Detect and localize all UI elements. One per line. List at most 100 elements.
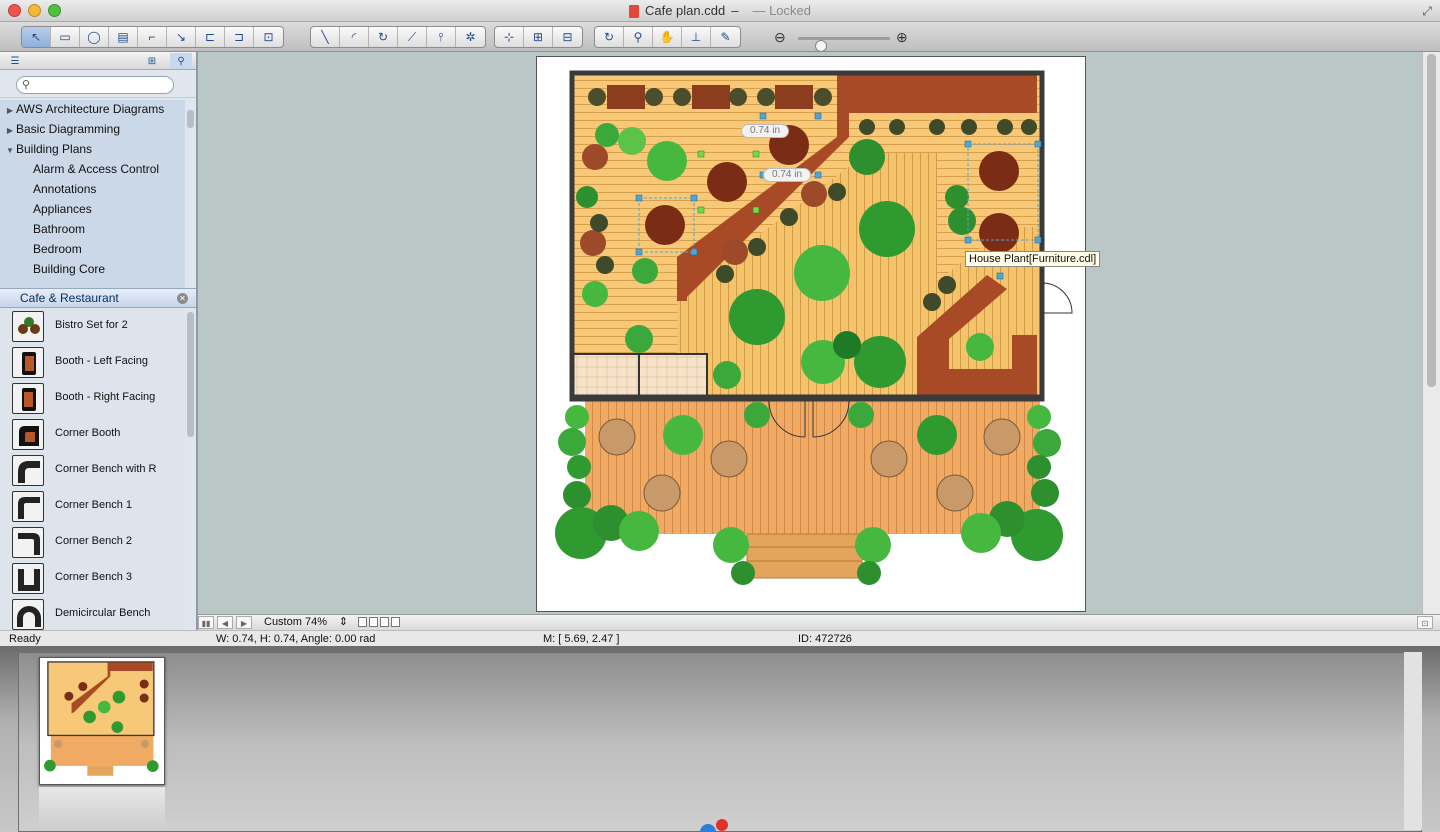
eyedropper-tool-button[interactable]: ✎	[711, 27, 740, 47]
library-shape-item[interactable]: Corner Bench 3	[0, 560, 185, 596]
library-shape-item[interactable]: Corner Booth	[0, 416, 185, 452]
library-shape-list: Bistro Set for 2 Booth - Left Facing Booth…	[0, 308, 185, 630]
canvas-vertical-scrollbar[interactable]	[1422, 52, 1440, 614]
library-header[interactable]: Cafe & Restaurant ✕	[0, 288, 196, 308]
minimize-window-button[interactable]	[28, 4, 41, 17]
tree-item[interactable]: Building Core	[0, 260, 185, 280]
zoom-tool-button[interactable]: ⚲	[624, 27, 653, 47]
drawing-tools-group: ↖ ▭ ◯ ▤ ⌐ ↘ ⊏ ⊐ ⊡	[21, 26, 284, 48]
shape-thumbnail-icon	[12, 527, 44, 558]
tree-item[interactable]: Annotations	[0, 180, 185, 200]
pause-icon: ▮▮	[201, 619, 211, 628]
zoom-slider-knob[interactable]	[815, 40, 827, 52]
zoom-out-icon[interactable]: ⊖	[774, 29, 786, 45]
page-view-4[interactable]	[391, 617, 400, 627]
page-thumbnail-reflection	[39, 787, 165, 829]
next-arrow-icon: ▶	[240, 619, 248, 628]
tree-item[interactable]: ▶ AWS Architecture Diagrams	[0, 100, 185, 120]
arc-tool-button[interactable]: ◜	[340, 27, 369, 47]
align-icon: ⊟	[562, 30, 573, 44]
disclosure-down-icon[interactable]: ▼	[4, 142, 16, 160]
pan-tool-button[interactable]: ✋	[653, 27, 682, 47]
tree-item-label: Alarm & Access Control	[33, 162, 160, 176]
search-toggle-button[interactable]: ⚲	[170, 53, 192, 69]
polyline-tool-button[interactable]: ⟋	[398, 27, 427, 47]
rotate-button[interactable]: ↻	[595, 27, 624, 47]
library-shape-item[interactable]: Bistro Set for 2	[0, 308, 185, 344]
library-shape-item[interactable]: Corner Bench with R	[0, 452, 185, 488]
freehand-icon: ✲	[465, 30, 476, 44]
scroll-thumb[interactable]	[1427, 54, 1436, 387]
grid-view-button[interactable]: ⊞	[141, 53, 163, 69]
drawing-canvas[interactable]: 0.74 in 0.74 in House Plant[Furniture.cd…	[198, 52, 1422, 614]
library-scrollbar[interactable]	[187, 312, 194, 437]
tree-item[interactable]: ▶ Basic Diagramming	[0, 120, 185, 140]
zoom-window-button[interactable]	[48, 4, 61, 17]
tree-item[interactable]: ▼ Building Plans	[0, 140, 185, 160]
close-window-button[interactable]	[8, 4, 21, 17]
library-shape-item[interactable]: Corner Bench 1	[0, 488, 185, 524]
pages-scrollbar[interactable]	[1404, 652, 1422, 830]
fullscreen-icon[interactable]: ⤢	[1420, 4, 1434, 18]
tree-item[interactable]: Alarm & Access Control	[0, 160, 185, 180]
page-view-1[interactable]	[358, 617, 367, 627]
library-tree: ▶ AWS Architecture Diagrams ▶ Basic Diagram…	[0, 100, 185, 288]
search-icon: ⚲	[177, 55, 185, 67]
insert-button[interactable]: ⊡	[254, 27, 283, 47]
page-thumbnail[interactable]	[39, 657, 165, 785]
disclosure-right-icon[interactable]: ▶	[4, 122, 16, 140]
zoom-level-select[interactable]: Custom 74% ⇕	[260, 616, 352, 629]
rectangle-tool-button[interactable]: ▭	[51, 27, 80, 47]
pause-button[interactable]: ▮▮	[198, 616, 214, 629]
cafe-floor-plan[interactable]	[537, 57, 1087, 613]
arc-icon: ◜	[351, 30, 357, 44]
line-tool-button[interactable]: ╲	[311, 27, 340, 47]
library-shape-label: Booth - Right Facing	[55, 391, 156, 403]
tree-item[interactable]: Bedroom	[0, 240, 185, 260]
tree-item-label: Bathroom	[33, 222, 86, 236]
prev-page-button[interactable]: ◀	[217, 616, 233, 629]
tree-item[interactable]: Bathroom	[0, 220, 185, 240]
close-library-icon[interactable]: ✕	[177, 293, 188, 304]
freehand-tool-button[interactable]: ✲	[456, 27, 485, 47]
page-view-2[interactable]	[369, 617, 378, 627]
connector-tool-button[interactable]: ⌐	[138, 27, 167, 47]
snap-button[interactable]: ⊹	[495, 27, 524, 47]
fit-view-button[interactable]: ⊡	[1417, 616, 1433, 629]
disclosure-right-icon[interactable]: ▶	[4, 102, 16, 120]
library-shape-item[interactable]: Booth - Left Facing	[0, 344, 185, 380]
text-tool-button[interactable]: ▤	[109, 27, 138, 47]
text-block-icon: ▤	[117, 30, 129, 44]
library-shape-item[interactable]: Corner Bench 2	[0, 524, 185, 560]
connector-icon: ⌐	[148, 30, 156, 44]
stamp-icon: ⊥	[690, 30, 702, 44]
lock-status[interactable]: — Locked	[752, 0, 811, 22]
library-search-input[interactable]	[16, 76, 174, 94]
tree-item[interactable]: Appliances	[0, 200, 185, 220]
stamp-tool-button[interactable]: ⊥	[682, 27, 711, 47]
page-view-3[interactable]	[380, 617, 389, 627]
library-shape-item[interactable]: Demicircular Bench	[0, 596, 185, 630]
zoom-slider-track[interactable]	[798, 37, 890, 52]
fit-icon: ⊡	[1421, 619, 1429, 628]
spline-tool-button[interactable]: ⫯	[427, 27, 456, 47]
group-button[interactable]: ⊞	[524, 27, 553, 47]
ellipse-tool-button[interactable]: ◯	[80, 27, 109, 47]
bezier-tool-button[interactable]: ↻	[369, 27, 398, 47]
library-shape-item[interactable]: Booth - Right Facing	[0, 380, 185, 416]
tree-item-label: Appliances	[33, 202, 92, 216]
zoom-in-icon[interactable]: ⊕	[896, 29, 908, 45]
clone-connector-button[interactable]: ⊐	[225, 27, 254, 47]
align-button[interactable]: ⊟	[553, 27, 582, 47]
tree-connector-button[interactable]: ⊏	[196, 27, 225, 47]
tree-view-button[interactable]: ☰	[4, 53, 26, 69]
drawing-page[interactable]: 0.74 in 0.74 in House Plant[Furniture.cd…	[536, 56, 1101, 613]
tree-scrollbar[interactable]	[187, 110, 194, 128]
rotate-icon: ↻	[603, 30, 615, 44]
entry-steps	[746, 533, 863, 579]
next-page-button[interactable]: ▶	[236, 616, 252, 629]
library-shape-label: Booth - Left Facing	[55, 355, 148, 367]
pointer-tool-button[interactable]: ↖	[22, 27, 51, 47]
smart-connector-button[interactable]: ↘	[167, 27, 196, 47]
dock-app-icon[interactable]	[700, 818, 730, 832]
